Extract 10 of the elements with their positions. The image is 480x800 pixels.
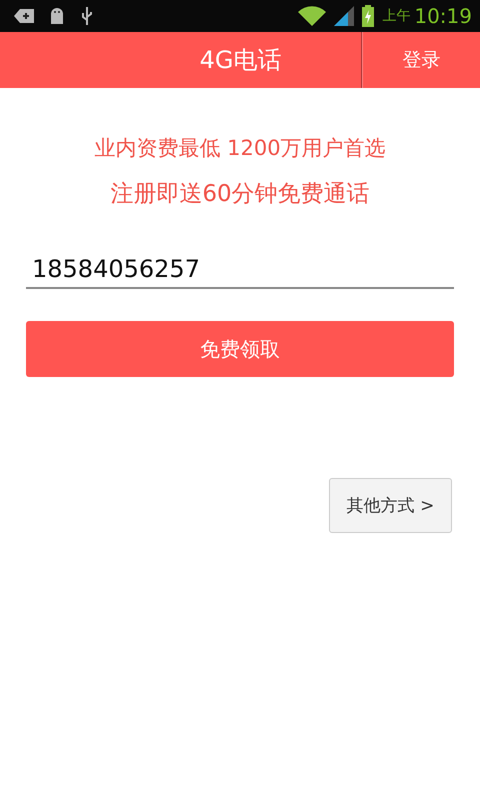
promo-text: 注册即送60分钟免费通话 bbox=[109, 180, 371, 209]
signal-icon bbox=[334, 6, 354, 26]
add-icon bbox=[14, 9, 34, 23]
promo-text: 业内资费最低 1200万用户首选 bbox=[93, 135, 387, 162]
usb-icon bbox=[80, 6, 94, 26]
wifi-icon bbox=[298, 6, 326, 26]
battery-icon bbox=[362, 5, 374, 27]
other-methods-button[interactable]: 其他方式 > bbox=[329, 478, 452, 533]
am-pm-label: 上午 bbox=[382, 7, 410, 25]
clock-time: 10:19 bbox=[414, 4, 472, 28]
